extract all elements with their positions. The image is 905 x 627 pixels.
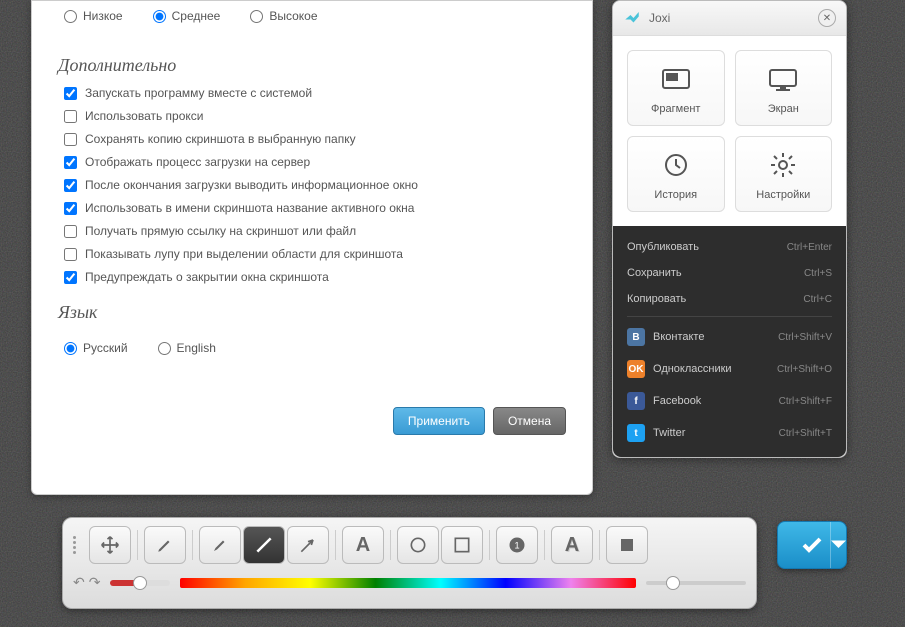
- quality-radio-group: Низкое Среднее Высокое: [58, 1, 566, 37]
- confirm-dropdown[interactable]: [830, 522, 846, 568]
- screen-icon: [767, 65, 799, 93]
- color-row: ↶ ↷: [73, 574, 746, 591]
- social-icon: t: [627, 424, 645, 442]
- text-highlight-tool[interactable]: A: [551, 526, 593, 564]
- check-option-4[interactable]: После окончания загрузки выводить информ…: [64, 178, 566, 192]
- joxi-title: Joxi: [649, 11, 818, 25]
- check-option-5[interactable]: Использовать в имени скриншота название …: [64, 201, 566, 215]
- check-option-8[interactable]: Предупреждать о закрытии окна скриншота: [64, 270, 566, 284]
- tile-screen[interactable]: Экран: [735, 50, 833, 126]
- pencil-tool[interactable]: [144, 526, 186, 564]
- joxi-header: Joxi ✕: [613, 1, 846, 36]
- social-icon: f: [627, 392, 645, 410]
- apply-button[interactable]: Применить: [393, 407, 485, 435]
- check-option-7[interactable]: Показывать лупу при выделении области дл…: [64, 247, 566, 261]
- lang-en[interactable]: English: [158, 341, 216, 355]
- quality-medium[interactable]: Среднее: [153, 9, 221, 23]
- tile-history[interactable]: История: [627, 136, 725, 212]
- social-icon: OK: [627, 360, 645, 378]
- grip-handle[interactable]: [73, 526, 83, 564]
- tile-fragment[interactable]: Фрагмент: [627, 50, 725, 126]
- settings-panel: Низкое Среднее Высокое Дополнительно Зап…: [31, 0, 593, 495]
- tool-row: A 1 A: [73, 526, 746, 564]
- section-language: Язык: [58, 302, 566, 323]
- text-tool[interactable]: A: [342, 526, 384, 564]
- joxi-panel: Joxi ✕ ФрагментЭкранИсторияНастройки Опу…: [612, 0, 847, 458]
- social-Twitter[interactable]: tTwitterCtrl+Shift+T: [613, 417, 846, 449]
- color-spectrum[interactable]: [180, 578, 636, 588]
- action-list: ОпубликоватьCtrl+EnterСохранитьCtrl+SКоп…: [613, 226, 846, 457]
- history-icon: [660, 151, 692, 179]
- action-Копировать[interactable]: КопироватьCtrl+C: [613, 286, 846, 312]
- editor-toolbar: A 1 A ↶ ↷: [62, 517, 757, 609]
- arrow-tool[interactable]: [287, 526, 329, 564]
- rect-tool[interactable]: [441, 526, 483, 564]
- move-tool[interactable]: [89, 526, 131, 564]
- social-Facebook[interactable]: fFacebookCtrl+Shift+F: [613, 385, 846, 417]
- action-Опубликовать[interactable]: ОпубликоватьCtrl+Enter: [613, 234, 846, 260]
- cancel-button[interactable]: Отмена: [493, 407, 566, 435]
- social-Одноклассники[interactable]: OKОдноклассникиCtrl+Shift+O: [613, 353, 846, 385]
- section-additional: Дополнительно: [58, 55, 566, 76]
- redo-icon[interactable]: ↷: [89, 574, 101, 591]
- check-option-6[interactable]: Получать прямую ссылку на скриншот или ф…: [64, 224, 566, 238]
- fill-rect-tool[interactable]: [606, 526, 648, 564]
- circle-tool[interactable]: [397, 526, 439, 564]
- dialog-buttons: Применить Отмена: [58, 407, 566, 435]
- tile-settings[interactable]: Настройки: [735, 136, 833, 212]
- thickness-slider[interactable]: [110, 580, 170, 586]
- check-option-3[interactable]: Отображать процесс загрузки на сервер: [64, 155, 566, 169]
- undo-redo: ↶ ↷: [73, 574, 100, 591]
- confirm-button[interactable]: [777, 521, 847, 569]
- marker-tool[interactable]: [199, 526, 241, 564]
- counter-tool[interactable]: 1: [496, 526, 538, 564]
- tile-grid: ФрагментЭкранИсторияНастройки: [613, 36, 846, 226]
- social-Вконтакте[interactable]: ВВконтактеCtrl+Shift+V: [613, 321, 846, 353]
- quality-low[interactable]: Низкое: [64, 9, 123, 23]
- settings-icon: [767, 151, 799, 179]
- language-radio-group: Русский English: [58, 333, 566, 369]
- lang-ru[interactable]: Русский: [64, 341, 128, 355]
- close-button[interactable]: ✕: [818, 9, 836, 27]
- joxi-logo-icon: [623, 9, 641, 27]
- opacity-slider[interactable]: [646, 581, 746, 585]
- social-icon: В: [627, 328, 645, 346]
- check-option-2[interactable]: Сохранять копию скриншота в выбранную па…: [64, 132, 566, 146]
- action-Сохранить[interactable]: СохранитьCtrl+S: [613, 260, 846, 286]
- additional-options: Запускать программу вместе с системой Исп…: [58, 86, 566, 284]
- fragment-icon: [660, 65, 692, 93]
- undo-icon[interactable]: ↶: [73, 574, 85, 591]
- line-tool[interactable]: [243, 526, 285, 564]
- svg-text:1: 1: [514, 540, 519, 550]
- check-option-1[interactable]: Использовать прокси: [64, 109, 566, 123]
- quality-high[interactable]: Высокое: [250, 9, 317, 23]
- check-option-0[interactable]: Запускать программу вместе с системой: [64, 86, 566, 100]
